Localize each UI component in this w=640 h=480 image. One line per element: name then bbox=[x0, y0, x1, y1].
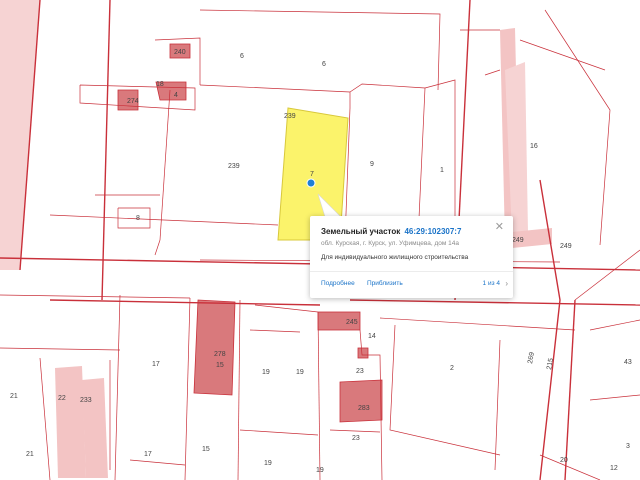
label-3: 3 bbox=[626, 443, 630, 450]
label-21b: 21 bbox=[26, 451, 34, 458]
label-23b: 23 bbox=[352, 435, 360, 442]
label-19d: 19 bbox=[316, 467, 324, 474]
label-245: 245 bbox=[346, 319, 358, 326]
label-249: 249 bbox=[512, 237, 524, 244]
label-18: 18 bbox=[156, 81, 164, 88]
label-278: 278 bbox=[214, 351, 226, 358]
label-239b: 239 bbox=[284, 113, 296, 120]
label-8: 8 bbox=[136, 215, 140, 222]
label-240: 240 bbox=[174, 49, 186, 56]
popup-divider bbox=[310, 271, 513, 272]
label-22: 22 bbox=[58, 395, 66, 402]
label-17a: 17 bbox=[152, 361, 160, 368]
details-link[interactable]: Подробнее bbox=[321, 280, 355, 287]
label-274: 274 bbox=[127, 98, 139, 105]
label-215: 215 bbox=[546, 358, 555, 371]
label-15b: 15 bbox=[202, 446, 210, 453]
popup-title-label: Земельный участок bbox=[321, 227, 401, 236]
label-239: 239 bbox=[228, 163, 240, 170]
popup-title: Земельный участок 46:29:102307:7 bbox=[321, 227, 461, 236]
label-21a: 21 bbox=[10, 393, 18, 400]
label-9: 9 bbox=[370, 161, 374, 168]
close-icon[interactable]: ✕ bbox=[495, 222, 504, 233]
label-7: 7 bbox=[310, 171, 314, 178]
cadastral-number: 46:29:102307:7 bbox=[404, 227, 462, 236]
label-12: 12 bbox=[610, 465, 618, 472]
label-233: 233 bbox=[80, 397, 92, 404]
location-marker[interactable] bbox=[306, 178, 316, 188]
label-17b: 17 bbox=[144, 451, 152, 458]
label-14: 14 bbox=[368, 333, 376, 340]
cadastral-map[interactable]: 240 18 6 6 274 4 239 239 7 9 1 16 8 249 … bbox=[0, 0, 640, 480]
label-16: 16 bbox=[530, 143, 538, 150]
label-1: 1 bbox=[440, 167, 444, 174]
label-6b: 6 bbox=[322, 61, 326, 68]
chevron-right-icon[interactable]: › bbox=[505, 279, 508, 288]
parcel-address: обл. Курская, г. Курск, ул. Уфимцева, до… bbox=[321, 240, 459, 247]
zoom-in-link[interactable]: Приблизить bbox=[367, 280, 403, 287]
label-249b: 249 bbox=[560, 243, 572, 250]
label-23a: 23 bbox=[356, 368, 364, 375]
parcel-purpose: Для индивидуального жилищного строительс… bbox=[321, 254, 469, 261]
label-4: 4 bbox=[174, 92, 178, 99]
label-15a: 15 bbox=[216, 362, 224, 369]
label-19a: 19 bbox=[262, 369, 270, 376]
label-43: 43 bbox=[624, 359, 632, 366]
label-2: 2 bbox=[450, 365, 454, 372]
label-269: 269 bbox=[527, 352, 536, 365]
label-19b: 19 bbox=[296, 369, 304, 376]
label-19c: 19 bbox=[264, 460, 272, 467]
label-6a: 6 bbox=[240, 53, 244, 60]
parcel-info-popup: ✕ Земельный участок 46:29:102307:7 обл. … bbox=[310, 216, 513, 298]
label-283: 283 bbox=[358, 405, 370, 412]
label-20: 20 bbox=[560, 457, 568, 464]
pager-count: 1 из 4 bbox=[482, 280, 500, 287]
